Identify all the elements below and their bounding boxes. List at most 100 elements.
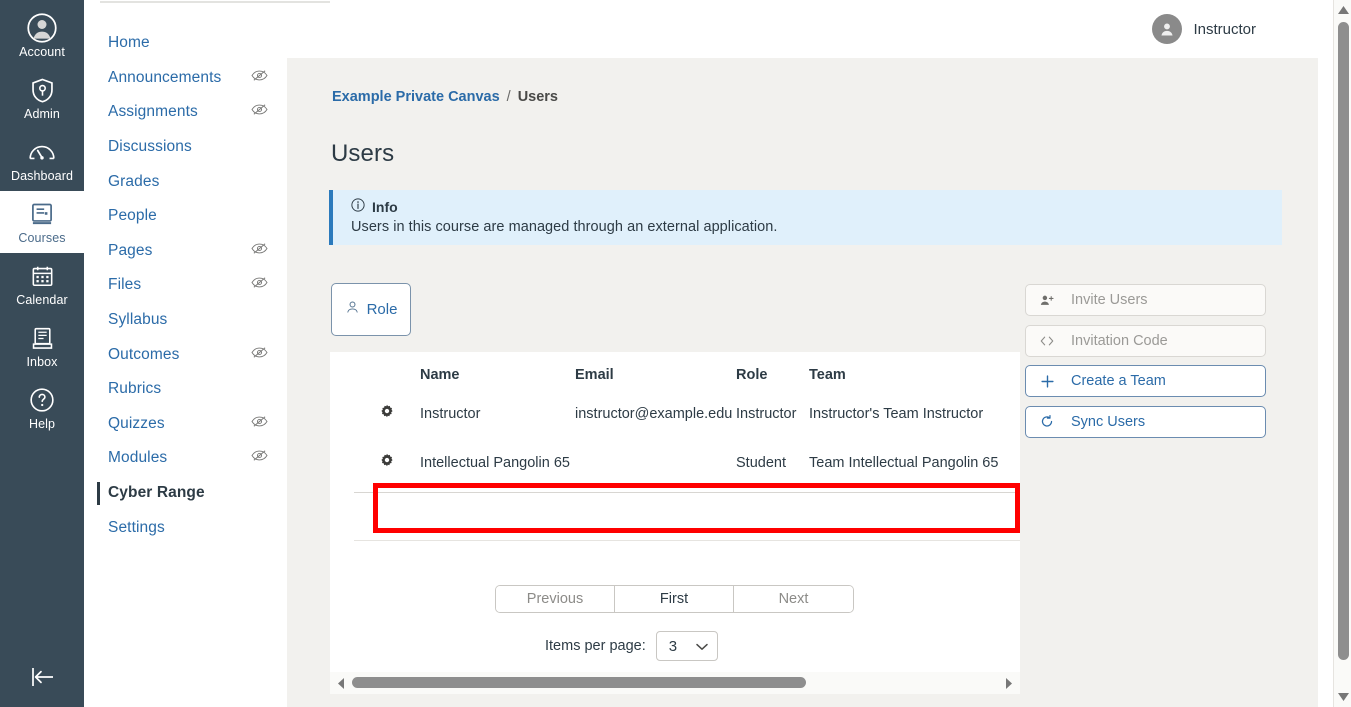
pagination-previous-button[interactable]: Previous xyxy=(496,586,615,612)
pagination-next-button[interactable]: Next xyxy=(734,586,853,612)
pagination-first-button[interactable]: First xyxy=(615,586,734,612)
action-button-label: Sync Users xyxy=(1071,413,1146,430)
collapse-left-arrow-icon xyxy=(27,664,57,695)
course-nav-item-rubrics[interactable]: Rubrics xyxy=(84,372,287,407)
triangle-down-icon[interactable] xyxy=(1334,689,1351,705)
items-per-page-label: Items per page: xyxy=(545,638,646,654)
chevron-down-icon xyxy=(696,638,708,655)
course-nav-item-announcements[interactable]: Announcements xyxy=(84,61,287,96)
course-nav-item-modules[interactable]: Modules xyxy=(84,441,287,476)
course-nav-label: Modules xyxy=(108,449,168,467)
hidden-eye-icon xyxy=(251,70,268,81)
info-alert-message: Users in this course are managed through… xyxy=(351,219,778,235)
content-scroll-region: Example Private Canvas / Users Users Inf… xyxy=(287,58,1318,707)
global-nav-item-calendar[interactable]: Calendar xyxy=(0,253,84,315)
plus-icon xyxy=(1040,374,1054,388)
breadcrumb-separator: / xyxy=(506,89,511,105)
pagination-controls: Previous First Next xyxy=(495,585,854,613)
users-table: Name Email Role Team Instructor instructor@e… xyxy=(330,352,1020,490)
course-nav-item-cyber-range[interactable]: Cyber Range xyxy=(84,476,287,511)
info-alert: Info Users in this course are managed th… xyxy=(329,190,1282,245)
cell-email: instructor@example.edu xyxy=(575,406,733,422)
global-navigation: Account Admin Dashboard Courses Calendar… xyxy=(0,0,84,707)
person-outline-icon xyxy=(345,300,360,320)
table-header-row: Name Email Role Team xyxy=(330,352,1020,392)
horizontal-scrollbar-thumb[interactable] xyxy=(352,677,806,688)
table-row: Instructor instructor@example.edu Instruct… xyxy=(330,392,1020,441)
course-nav-label: Outcomes xyxy=(108,345,180,363)
items-per-page-select[interactable]: 3 xyxy=(655,631,718,661)
gear-icon[interactable] xyxy=(380,404,394,422)
hidden-eye-icon xyxy=(251,243,268,254)
column-header-name: Name xyxy=(420,367,460,383)
global-nav-label: Help xyxy=(28,417,56,431)
table-row-rule xyxy=(354,540,1020,541)
cell-name: Instructor xyxy=(420,406,481,422)
course-nav-item-people[interactable]: People xyxy=(84,199,287,234)
breadcrumb: Example Private Canvas / Users xyxy=(332,89,558,105)
course-nav-item-grades[interactable]: Grades xyxy=(84,164,287,199)
global-nav-item-dashboard[interactable]: Dashboard xyxy=(0,129,84,191)
gear-icon[interactable] xyxy=(380,453,394,471)
action-button-label: Invite Users xyxy=(1071,292,1148,308)
triangle-left-icon[interactable] xyxy=(334,677,348,689)
hidden-eye-icon xyxy=(251,277,268,289)
course-nav-item-quizzes[interactable]: Quizzes xyxy=(84,407,287,442)
course-nav-item-home[interactable]: Home xyxy=(84,26,287,61)
course-nav-item-discussions[interactable]: Discussions xyxy=(84,130,287,165)
calendar-icon xyxy=(30,262,55,290)
info-circle-icon xyxy=(351,198,365,215)
table-header-rule xyxy=(354,492,1020,493)
course-nav-label: Rubrics xyxy=(108,380,162,398)
course-nav-label: Home xyxy=(108,34,150,52)
course-nav-label: Syllabus xyxy=(108,311,168,329)
page-title: Users xyxy=(331,140,395,167)
global-nav-item-help[interactable]: Help xyxy=(0,377,84,439)
invitation-code-button: Invitation Code xyxy=(1025,324,1266,357)
collapse-global-nav-button[interactable] xyxy=(0,651,84,707)
hidden-eye-icon xyxy=(251,103,273,121)
vertical-scrollbar[interactable] xyxy=(1333,0,1351,707)
global-nav-label: Calendar xyxy=(16,293,68,307)
refresh-sync-icon xyxy=(1040,414,1054,429)
column-header-email: Email xyxy=(575,367,614,383)
global-nav-item-admin[interactable]: Admin xyxy=(0,67,84,129)
vertical-scrollbar-thumb[interactable] xyxy=(1337,22,1349,660)
create-a-team-button[interactable]: Create a Team xyxy=(1025,365,1266,397)
course-nav-item-settings[interactable]: Settings xyxy=(84,510,287,545)
user-menu-button[interactable]: Instructor xyxy=(1152,14,1256,44)
user-avatar-icon xyxy=(1152,14,1183,44)
role-filter-button[interactable]: Role xyxy=(331,283,411,336)
cell-team: Instructor's Team Instructor xyxy=(809,406,984,422)
course-nav-item-pages[interactable]: Pages xyxy=(84,234,287,269)
global-nav-label: Account xyxy=(19,45,65,59)
info-alert-heading: Info xyxy=(372,198,398,215)
courses-book-icon xyxy=(29,200,55,228)
invite-users-button: Invite Users xyxy=(1025,284,1266,316)
course-nav-label: Quizzes xyxy=(108,414,165,432)
hidden-eye-icon xyxy=(251,242,273,260)
cell-name: Intellectual Pangolin 65 xyxy=(420,455,570,471)
triangle-up-icon[interactable] xyxy=(1334,2,1351,18)
course-nav-item-syllabus[interactable]: Syllabus xyxy=(84,303,287,338)
cell-role: Student xyxy=(736,455,786,471)
top-bar: Instructor xyxy=(287,0,1318,58)
global-nav-item-courses[interactable]: Courses xyxy=(0,191,84,253)
horizontal-scrollbar[interactable] xyxy=(330,672,1020,694)
global-nav-item-inbox[interactable]: Inbox xyxy=(0,315,84,377)
global-nav-item-account[interactable]: Account xyxy=(0,0,84,67)
course-nav-item-outcomes[interactable]: Outcomes xyxy=(84,337,287,372)
triangle-right-icon[interactable] xyxy=(1002,677,1016,689)
column-header-team: Team xyxy=(809,367,846,383)
course-nav-item-assignments[interactable]: Assignments xyxy=(84,95,287,130)
sync-users-button[interactable]: Sync Users xyxy=(1025,405,1266,438)
action-buttons-panel: Invite Users Invitation Code Create a Team… xyxy=(1025,284,1270,446)
course-nav-item-files[interactable]: Files xyxy=(84,268,287,303)
breadcrumb-course-link[interactable]: Example Private Canvas xyxy=(332,89,500,105)
global-nav-label: Courses xyxy=(18,231,66,245)
global-nav-label: Admin xyxy=(24,107,60,121)
horizontal-scrollbar-track[interactable] xyxy=(348,672,1002,694)
breadcrumb-current: Users xyxy=(517,89,558,105)
action-button-label: Create a Team xyxy=(1071,373,1166,389)
hidden-eye-icon xyxy=(251,69,273,87)
